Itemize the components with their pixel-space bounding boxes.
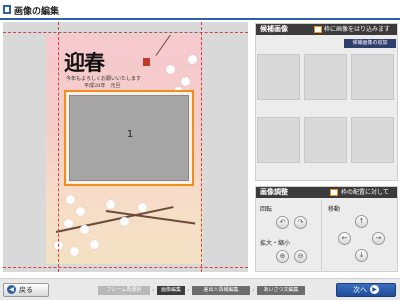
paste-into-frame-label: 枠に画像をはり込みます bbox=[324, 26, 391, 33]
step-frame-reselect[interactable]: フレーム再選択 bbox=[98, 286, 150, 295]
image-adjust-panel: 画像調整 枠の配置に対して 回転 ↶ ↷ 拡大・縮小 ⊕ ⊖ 移動 ↑ ← → … bbox=[255, 186, 398, 272]
next-button[interactable]: 次へ ▶ bbox=[336, 283, 396, 297]
image-adjust-header: 画像調整 枠の配置に対して bbox=[256, 187, 397, 198]
candidate-slot[interactable] bbox=[351, 54, 394, 100]
zoom-out-button[interactable]: ⊖ bbox=[294, 250, 307, 263]
guide-line-bottom bbox=[3, 267, 248, 268]
image-adjust-title: 画像調整 bbox=[260, 188, 288, 196]
back-arrow-icon: ◀ bbox=[7, 285, 16, 294]
relative-to-frame-label: 枠の配置に対して bbox=[341, 189, 389, 196]
step-greeting-edit: あいさつ文編集 bbox=[257, 286, 305, 295]
adjust-divider bbox=[321, 200, 322, 270]
candidate-slot[interactable] bbox=[257, 117, 300, 163]
move-down-button[interactable]: ↓ bbox=[355, 249, 368, 262]
zoom-label: 拡大・縮小 bbox=[260, 240, 291, 247]
rotate-right-button[interactable]: ↷ bbox=[294, 216, 307, 229]
back-button[interactable]: ◀ 戻る bbox=[3, 283, 49, 297]
step-separator: › bbox=[187, 287, 190, 294]
edit-icon bbox=[3, 5, 11, 14]
step-separator: › bbox=[252, 287, 255, 294]
zoom-in-button[interactable]: ⊕ bbox=[276, 250, 289, 263]
rotate-label: 回転 bbox=[260, 206, 273, 213]
candidate-slot[interactable] bbox=[257, 54, 300, 100]
move-label: 移動 bbox=[328, 206, 341, 213]
candidate-images-title: 候補画像 bbox=[260, 25, 288, 33]
window-titlebar: 画像の編集 bbox=[0, 0, 400, 20]
move-up-button[interactable]: ↑ bbox=[355, 215, 368, 228]
next-arrow-icon: ▶ bbox=[370, 285, 379, 294]
next-button-label: 次へ bbox=[353, 286, 367, 294]
paste-into-frame-checkbox[interactable] bbox=[314, 26, 322, 33]
move-right-button[interactable]: → bbox=[372, 232, 385, 245]
back-button-label: 戻る bbox=[19, 286, 33, 294]
step-image-edit-current: 画像編集 bbox=[157, 286, 185, 295]
rotate-left-button[interactable]: ↶ bbox=[276, 216, 289, 229]
guide-overlay bbox=[3, 22, 248, 272]
candidate-images-header: 候補画像 枠に画像をはり込みます bbox=[256, 24, 397, 35]
candidate-images-panel: 候補画像 枠に画像をはり込みます 候補画像の追加 bbox=[255, 23, 398, 181]
guide-line-right bbox=[201, 22, 202, 272]
step-sender-info: 差出人情報編集 bbox=[192, 286, 250, 295]
candidate-slot[interactable] bbox=[304, 54, 347, 100]
candidate-slot[interactable] bbox=[304, 117, 347, 163]
move-left-button[interactable]: ← bbox=[338, 232, 351, 245]
bottom-navigation-bar: ◀ 戻る フレーム再選択 › 画像編集 › 差出人情報編集 › あいさつ文編集 次… bbox=[0, 278, 400, 300]
guide-line-left bbox=[58, 22, 59, 272]
relative-to-frame-checkbox[interactable] bbox=[330, 189, 338, 196]
candidate-slot[interactable] bbox=[351, 117, 394, 163]
step-separator: › bbox=[152, 287, 155, 294]
editing-canvas[interactable]: 迎春 今年もよろしくお願いいたします 平成28年 元旦 1 bbox=[3, 22, 248, 272]
add-candidate-button[interactable]: 候補画像の追加 bbox=[344, 39, 396, 48]
window-title: 画像の編集 bbox=[14, 7, 60, 17]
guide-line-top bbox=[3, 32, 248, 33]
